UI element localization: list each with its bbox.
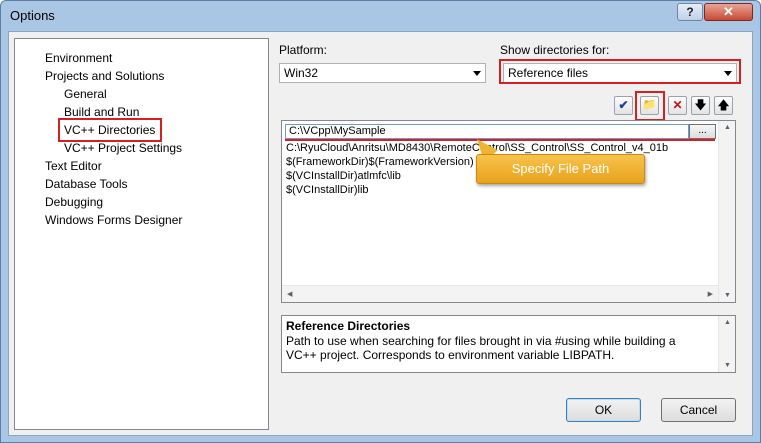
- tree-item-general[interactable]: General: [64, 87, 107, 102]
- show-directories-label: Show directories for:: [500, 43, 610, 57]
- tree-item-debugging[interactable]: Debugging: [45, 195, 103, 210]
- browse-button[interactable]: ...: [689, 124, 716, 139]
- specify-file-path-callout: Specify File Path: [476, 154, 645, 184]
- vertical-scrollbar[interactable]: ▲ ▼: [718, 121, 735, 302]
- tree-item-windows-forms-designer[interactable]: Windows Forms Designer: [45, 213, 182, 228]
- description-panel: Reference Directories Path to use when s…: [281, 315, 736, 373]
- scroll-up-icon[interactable]: ▲: [724, 319, 731, 326]
- directory-row[interactable]: $(VCInstallDir)atlmfc\lib: [286, 170, 401, 183]
- dialog-client: Environment Projects and Solutions Gener…: [8, 31, 753, 436]
- scroll-left-icon[interactable]: ◀: [287, 290, 292, 298]
- cancel-button[interactable]: Cancel: [661, 398, 736, 422]
- platform-combo[interactable]: Win32: [279, 63, 486, 83]
- platform-label: Platform:: [279, 43, 328, 57]
- help-button[interactable]: ?: [677, 3, 703, 21]
- tree-item-vc-project-settings[interactable]: VC++ Project Settings: [64, 141, 182, 156]
- show-directories-highlight: [499, 59, 741, 84]
- options-window: Options ? ✕ Environment Projects and Sol…: [0, 0, 761, 443]
- window-title: Options: [10, 8, 55, 23]
- ok-button[interactable]: OK: [566, 398, 641, 422]
- description-scrollbar[interactable]: ▲ ▼: [718, 316, 735, 372]
- delete-icon[interactable]: ✕: [668, 96, 687, 115]
- scroll-down-icon[interactable]: ▼: [724, 292, 731, 299]
- directory-row[interactable]: $(VCInstallDir)lib: [286, 184, 369, 197]
- new-folder-highlight: [635, 91, 665, 121]
- move-down-icon[interactable]: 🡇: [691, 96, 710, 115]
- horizontal-scrollbar[interactable]: ◀ ▶: [282, 285, 718, 302]
- options-tree[interactable]: Environment Projects and Solutions Gener…: [14, 38, 269, 430]
- tree-item-projects-and-solutions[interactable]: Projects and Solutions: [45, 69, 164, 84]
- platform-value: Win32: [284, 66, 319, 80]
- tree-item-environment[interactable]: Environment: [45, 51, 112, 66]
- chevron-down-icon: [473, 71, 481, 76]
- tree-item-database-tools[interactable]: Database Tools: [45, 177, 128, 192]
- check-icon[interactable]: ✔: [614, 96, 633, 115]
- scroll-up-icon[interactable]: ▲: [724, 124, 731, 131]
- description-text: Path to use when searching for files bro…: [286, 334, 676, 362]
- scroll-right-icon[interactable]: ▶: [708, 290, 713, 298]
- scroll-down-icon[interactable]: ▼: [724, 362, 731, 369]
- title-bar: Options ? ✕: [1, 1, 760, 31]
- directory-row[interactable]: $(FrameworkDir)$(FrameworkVersion): [286, 156, 474, 169]
- edit-field-highlight: [285, 139, 715, 141]
- description-title: Reference Directories: [286, 319, 411, 333]
- directory-edit-value: C:\VCpp\MySample: [289, 125, 386, 137]
- selected-item-highlight: [58, 118, 162, 142]
- move-up-icon[interactable]: 🡅: [714, 96, 733, 115]
- close-button[interactable]: ✕: [704, 3, 753, 21]
- tree-item-text-editor[interactable]: Text Editor: [45, 159, 102, 174]
- directory-list[interactable]: C:\VCpp\MySample ... C:\RyuCloud\Anritsu…: [281, 120, 736, 303]
